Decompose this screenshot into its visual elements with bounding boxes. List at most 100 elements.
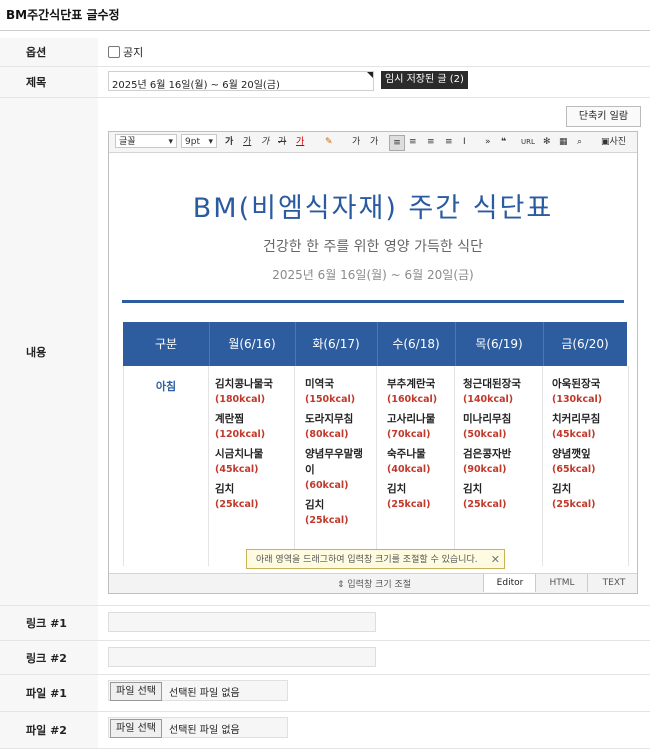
dish-kcal: (130kcal)	[552, 394, 603, 405]
justify-icon[interactable]: ≡	[445, 135, 453, 149]
menu-subtitle: 건강한 한 주를 위한 영양 가득한 식단	[263, 239, 483, 255]
dish-name: 검은콩자반	[463, 448, 512, 460]
link1-label: 링크 #1	[0, 606, 98, 640]
italic-icon[interactable]: 가	[261, 135, 269, 149]
dish-name: 양념무우말랭이	[305, 448, 363, 476]
bold-icon[interactable]: 가	[225, 135, 233, 149]
link2-label: 링크 #2	[0, 641, 98, 674]
dish-name: 숙주나물	[387, 448, 426, 460]
align-left-icon[interactable]: ≡	[389, 135, 405, 151]
dish-kcal: (25kcal)	[552, 499, 596, 510]
dish-kcal: (70kcal)	[387, 429, 431, 440]
editor-content[interactable]: BM(비엠식자재) 주간 식단표 건강한 한 주를 위한 영양 가득한 식단 2…	[109, 153, 637, 574]
dish-kcal: (45kcal)	[552, 429, 596, 440]
dish-kcal: (180kcal)	[215, 394, 266, 405]
dish-kcal: (140kcal)	[463, 394, 514, 405]
more-icon[interactable]: »	[485, 135, 491, 149]
dish-name: 양념깻잎	[552, 448, 591, 460]
file2-input: 파일 선택 선택된 파일 없음	[108, 717, 288, 738]
draft-saved-button[interactable]: 임시 저장된 글 (2)	[381, 71, 468, 89]
font-select[interactable]: 글꼴 ▾	[115, 134, 177, 148]
file1-choose-button[interactable]: 파일 선택	[110, 682, 162, 701]
options-row: 옵션 공지	[0, 38, 650, 67]
dish-kcal: (50kcal)	[463, 429, 507, 440]
menu-table-body: 아침 김치콩나물국 (180kcal) 계란찜 (120kcal) 시금치나물 (45…	[123, 366, 629, 566]
font-color-icon[interactable]: 가	[296, 135, 304, 149]
strikethrough-icon[interactable]: 가	[278, 135, 286, 149]
dish-name: 계란찜	[215, 413, 244, 425]
link1-row: 링크 #1	[0, 606, 650, 641]
content-label: 내용	[0, 98, 98, 605]
dish-kcal: (150kcal)	[305, 394, 356, 405]
font-select-value: 글꼴	[119, 137, 136, 147]
close-icon[interactable]: ✕	[491, 550, 500, 570]
file1-input: 파일 선택 선택된 파일 없음	[108, 680, 288, 701]
font-size-value: 9pt	[185, 137, 200, 147]
content-field: 단축키 일람 글꼴 ▾ 9pt ▾ 가 가 가 가 가 ✎ 가 가 ≡ ≡ ≡ ≡ …	[98, 98, 650, 605]
photo-button[interactable]: ▣사진	[601, 135, 626, 149]
underline-icon[interactable]: 가	[243, 135, 251, 149]
day-cell-fri: 아욱된장국 (130kcal) 치커리무침 (45kcal) 양념깻잎 (65kcal…	[552, 376, 626, 516]
dish-name: 고사리나물	[387, 413, 436, 425]
dish-kcal: (80kcal)	[305, 429, 349, 440]
dish-kcal: (45kcal)	[215, 464, 259, 475]
highlight-icon[interactable]: ✎	[325, 135, 333, 149]
align-right-icon[interactable]: ≡	[427, 135, 435, 149]
header-fri: 금(6/20)	[561, 337, 609, 351]
photo-icon: ▣	[601, 137, 610, 147]
find-icon[interactable]: ⌕	[577, 135, 582, 149]
clear-format-icon[interactable]: I	[463, 135, 466, 149]
quote-icon[interactable]: ❝	[501, 135, 506, 149]
day-cell-mon: 김치콩나물국 (180kcal) 계란찜 (120kcal) 시금치나물 (45kca…	[215, 376, 293, 516]
subscript-icon[interactable]: 가	[370, 135, 378, 149]
notice-label[interactable]: 공지	[123, 44, 143, 60]
file2-row: 파일 #2 파일 선택 선택된 파일 없음	[0, 712, 650, 749]
shortcut-list-button[interactable]: 단축키 일람	[566, 106, 641, 127]
align-center-icon[interactable]: ≡	[409, 135, 417, 149]
dish-kcal: (40kcal)	[387, 464, 431, 475]
file2-label: 파일 #2	[0, 712, 98, 748]
dish-name: 김치	[387, 483, 407, 495]
dish-name: 김치	[463, 483, 483, 495]
link1-field	[98, 606, 650, 640]
resize-handle[interactable]: ⇕ 입력창 크기 조절	[337, 577, 411, 590]
column-divider	[294, 366, 295, 566]
menu-date: 2025년 6월 16일(월) ~ 6월 20일(금)	[272, 268, 474, 282]
header-wed: 수(6/18)	[392, 337, 440, 351]
file1-label: 파일 #1	[0, 675, 98, 711]
dish-name: 김치콩나물국	[215, 378, 273, 390]
dish-name: 부추계란국	[387, 378, 436, 390]
subject-value: 2025년 6월 16일(월) ~ 6월 20일(금)	[112, 80, 280, 91]
link2-input[interactable]	[108, 647, 376, 667]
link-icon[interactable]: URL	[521, 135, 535, 149]
superscript-icon[interactable]: 가	[352, 135, 360, 149]
dish-name: 김치	[305, 499, 325, 511]
resize-tooltip: 아래 영역을 드래그하여 입력창 크기를 조절할 수 있습니다. ✕	[246, 549, 505, 569]
dish-kcal: (25kcal)	[387, 499, 431, 510]
dish-kcal: (120kcal)	[215, 429, 266, 440]
dish-name: 도라지무침	[305, 413, 354, 425]
font-size-select[interactable]: 9pt ▾	[181, 134, 217, 148]
dish-name: 청근대된장국	[463, 378, 521, 390]
editor-footer: ⇕ 입력창 크기 조절 Editor HTML TEXT	[109, 573, 637, 593]
dish-name: 김치	[552, 483, 572, 495]
tab-html[interactable]: HTML	[535, 574, 588, 592]
column-divider	[208, 366, 209, 566]
subject-input[interactable]: 2025년 6월 16일(월) ~ 6월 20일(금)	[108, 71, 374, 91]
dish-kcal: (160kcal)	[387, 394, 438, 405]
link1-input[interactable]	[108, 612, 376, 632]
subject-row: 제목 2025년 6월 16일(월) ~ 6월 20일(금) 임시 저장된 글 …	[0, 67, 650, 98]
day-cell-tue: 미역국 (150kcal) 도라지무침 (80kcal) 양념무우말랭이 (60kca…	[305, 376, 371, 532]
subject-label: 제목	[0, 67, 98, 97]
chevron-down-icon: ▾	[168, 137, 173, 147]
dish-name: 시금치나물	[215, 448, 264, 460]
table-icon[interactable]: ▦	[559, 135, 568, 149]
page-title: BM주간식단표 글수정	[6, 8, 120, 22]
dish-name: 치커리무침	[552, 413, 601, 425]
tab-editor[interactable]: Editor	[483, 574, 536, 592]
chevron-down-icon: ▾	[208, 137, 213, 147]
resize-icon: ⇕	[337, 580, 348, 590]
special-char-icon[interactable]: ✻	[543, 135, 551, 149]
notice-checkbox[interactable]	[108, 46, 120, 58]
tab-text[interactable]: TEXT	[587, 574, 637, 592]
